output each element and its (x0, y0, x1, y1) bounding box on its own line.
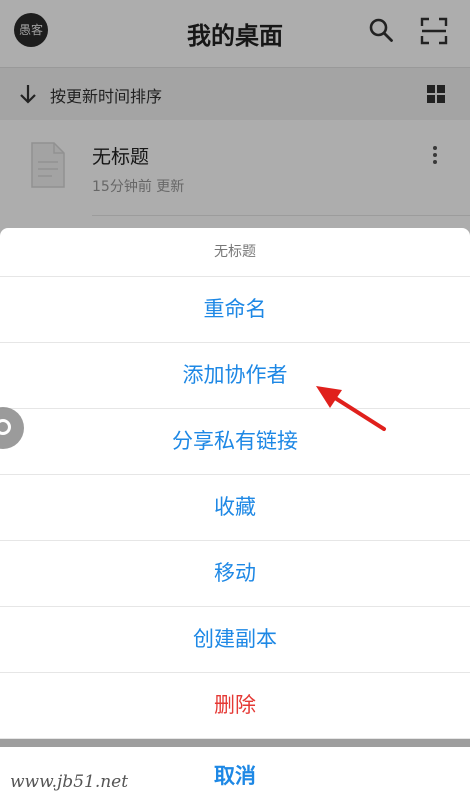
add-collaborator-button[interactable]: 添加协作者 (0, 343, 470, 409)
favorite-button[interactable]: 收藏 (0, 475, 470, 541)
annotation-arrow-icon (316, 386, 386, 431)
watermark: www.jb51.net (10, 772, 129, 792)
move-button[interactable]: 移动 (0, 541, 470, 607)
share-private-link-button[interactable]: 分享私有链接 (0, 409, 470, 475)
rename-button[interactable]: 重命名 (0, 277, 470, 343)
action-sheet-title: 无标题 (0, 228, 470, 277)
delete-button[interactable]: 删除 (0, 673, 470, 739)
create-copy-button[interactable]: 创建副本 (0, 607, 470, 673)
divider (0, 739, 470, 747)
action-sheet: 无标题 重命名 添加协作者 分享私有链接 收藏 移动 创建副本 删除 取消 (0, 228, 470, 800)
